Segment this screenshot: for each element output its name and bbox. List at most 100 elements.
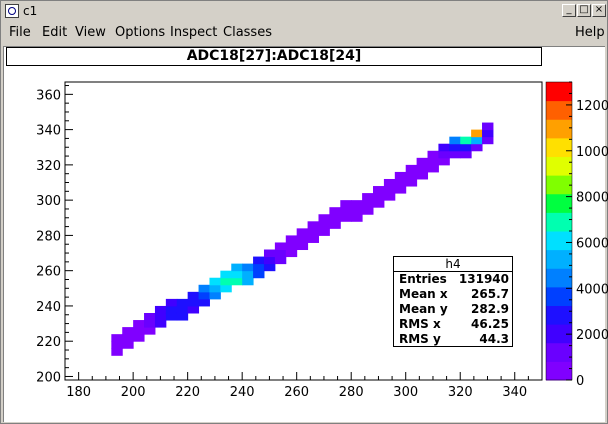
histogram-bin xyxy=(318,228,330,236)
histogram-bin xyxy=(165,298,178,307)
histogram-bin xyxy=(351,200,363,208)
palette-segment xyxy=(546,175,572,195)
x-tick-label: 340 xyxy=(502,385,527,400)
z-tick-label: 6000 xyxy=(576,236,608,251)
histogram-bin xyxy=(165,312,178,321)
histogram-bin xyxy=(438,157,450,166)
histogram-bin xyxy=(122,334,134,342)
histogram-bin xyxy=(133,327,145,335)
histogram-bin xyxy=(383,178,396,187)
y-tick-label: 260 xyxy=(36,265,61,280)
palette-segment xyxy=(546,268,572,288)
y-tick-label: 280 xyxy=(36,229,61,244)
histogram-plot[interactable]: 180 200 220 240 260 280 300 320 340 200 220 240 260 2… xyxy=(0,0,608,424)
histogram-bin xyxy=(187,298,200,307)
histogram-bin xyxy=(318,221,330,229)
histogram-bin xyxy=(296,242,309,251)
stat-label: Mean y xyxy=(399,302,448,316)
x-tick-label: 260 xyxy=(284,385,309,400)
histogram-bin xyxy=(274,256,287,265)
histogram-bin xyxy=(329,207,341,215)
x-tick-label: 240 xyxy=(230,385,255,400)
histogram-bin xyxy=(253,263,265,272)
y-tick-label: 340 xyxy=(36,124,61,139)
histogram-bin xyxy=(231,263,243,272)
histogram-bin xyxy=(165,305,178,314)
histogram-bin xyxy=(253,270,265,279)
histogram-bin xyxy=(362,207,374,215)
x-tick-label: 200 xyxy=(121,385,146,400)
histogram-bin xyxy=(329,221,341,229)
stat-value: 44.3 xyxy=(479,332,509,346)
histogram-bin xyxy=(383,186,396,194)
x-tick-label: 300 xyxy=(393,385,418,400)
histogram-bin xyxy=(427,157,439,166)
histogram-bin xyxy=(144,312,156,321)
histogram-bin xyxy=(373,200,385,208)
y-tick-label: 320 xyxy=(36,159,61,174)
y-tick-label: 200 xyxy=(36,370,61,385)
stats-box[interactable]: h4 Entries 131940 Mean x 265.7 Mean y 28… xyxy=(393,256,513,347)
y-tick-label: 360 xyxy=(36,88,61,103)
histogram-bin xyxy=(307,221,319,229)
histogram-bin xyxy=(285,235,298,243)
histogram-bin xyxy=(111,348,123,356)
histogram-bin xyxy=(296,228,309,236)
stat-mean-y: Mean y 282.9 xyxy=(399,302,509,317)
histogram-bin xyxy=(122,341,134,349)
histogram-bin xyxy=(449,150,461,159)
histogram-bin xyxy=(416,157,429,166)
palette-segment xyxy=(546,231,572,251)
histogram-bin xyxy=(220,284,232,293)
histogram-bin xyxy=(405,178,418,187)
histogram-bin xyxy=(176,298,189,307)
histogram-bin xyxy=(231,270,243,279)
stat-value: 46.25 xyxy=(471,317,509,331)
histogram-bin xyxy=(220,270,232,279)
z-tick-label: 1200 xyxy=(576,99,608,114)
histogram-bin xyxy=(318,214,330,222)
histogram-bin xyxy=(340,214,352,222)
histogram-bin xyxy=(263,263,276,272)
stat-label: RMS y xyxy=(399,332,441,346)
stat-label: RMS x xyxy=(399,317,441,331)
stat-rms-y: RMS y 44.3 xyxy=(399,332,509,347)
histogram-bin xyxy=(405,171,418,180)
histogram-bin xyxy=(144,327,156,335)
x-tick-label: 180 xyxy=(66,385,91,400)
histogram-bin xyxy=(209,291,221,300)
histogram-bin xyxy=(416,171,429,180)
histogram-bin xyxy=(351,214,363,222)
histogram-bin xyxy=(154,320,167,328)
stat-value: 265.7 xyxy=(471,287,509,301)
histogram-bin xyxy=(394,178,407,187)
histogram-bin xyxy=(405,164,418,173)
histogram-bin xyxy=(394,186,407,194)
z-tick-label: 2000 xyxy=(576,328,608,343)
y-tick-label: 240 xyxy=(36,300,61,315)
stat-label: Entries xyxy=(399,272,447,286)
histogram-bin xyxy=(449,143,461,152)
palette-segment xyxy=(546,361,572,381)
histogram-bin xyxy=(263,256,276,265)
histogram-bin xyxy=(362,193,374,201)
histogram-bin xyxy=(154,305,167,314)
histogram-bin xyxy=(329,214,341,222)
histogram-bin xyxy=(242,270,254,279)
z-tick-label: 1000 xyxy=(576,145,608,160)
histogram-bin xyxy=(307,235,319,243)
histogram-bin xyxy=(154,312,167,321)
histogram-bin xyxy=(209,277,221,286)
z-tick-label: 4000 xyxy=(576,282,608,297)
histogram-bin xyxy=(133,334,145,342)
histogram-bin xyxy=(438,150,450,159)
histogram-bin xyxy=(274,242,287,251)
stat-mean-x: Mean x 265.7 xyxy=(399,287,509,302)
histogram-bin xyxy=(285,242,298,251)
stat-label: Mean x xyxy=(399,287,448,301)
histogram-bin xyxy=(187,291,200,300)
histogram-bin xyxy=(198,284,210,293)
histogram-bin xyxy=(482,122,494,131)
palette-segment xyxy=(546,212,572,232)
histogram-bin xyxy=(231,277,243,286)
